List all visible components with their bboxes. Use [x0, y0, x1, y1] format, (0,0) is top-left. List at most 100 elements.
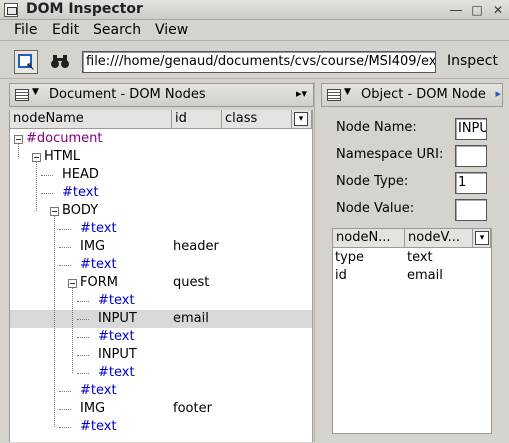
- node-name: #text: [98, 329, 135, 344]
- menu-view[interactable]: View: [155, 22, 188, 38]
- tree-connector: [59, 409, 71, 410]
- panel-menu-icon[interactable]: [327, 89, 341, 101]
- panel-next-icon[interactable]: ▸▾: [296, 87, 307, 100]
- tree-connector: [59, 427, 71, 428]
- column-picker-button[interactable]: ▾: [473, 229, 491, 248]
- collapse-toggle-icon[interactable]: [14, 135, 23, 144]
- object-panel-header: ▼ Object - DOM Node ▸: [321, 83, 503, 107]
- node-name: #text: [62, 185, 99, 200]
- tree-connector: [41, 193, 53, 194]
- collapse-toggle-icon[interactable]: [68, 279, 77, 288]
- node-name: #text: [80, 221, 117, 236]
- tree-row[interactable]: HTML: [10, 148, 312, 166]
- tree-connector: [59, 247, 71, 248]
- document-panel-header: ▼ Document - DOM Nodes ▸▾: [9, 83, 314, 107]
- column-picker-icon: ▾: [294, 112, 308, 126]
- splitter[interactable]: [314, 82, 320, 442]
- tree-connector: [77, 337, 89, 338]
- tree-connector: [72, 288, 73, 373]
- url-input[interactable]: file:///home/genaud/documents/cvs/course…: [82, 51, 436, 73]
- cursor-arrow-icon: ↖: [26, 60, 36, 73]
- column-header-nodename[interactable]: nodeN...: [333, 229, 405, 248]
- tree-row[interactable]: #text: [10, 328, 312, 346]
- node-name: INPUT: [98, 311, 137, 326]
- column-picker-button[interactable]: ▾: [292, 110, 312, 129]
- attributes-table[interactable]: nodeN... nodeV... ▾ type text id email: [332, 228, 492, 434]
- collapse-toggle-icon[interactable]: [32, 153, 41, 162]
- node-name: #text: [80, 383, 117, 398]
- tree-connector: [77, 373, 89, 374]
- node-id: header: [173, 239, 219, 254]
- field-label: Node Type:: [336, 174, 409, 189]
- node-name: IMG: [80, 239, 106, 254]
- tree-row[interactable]: IMG footer: [10, 400, 312, 418]
- tree-connector: [77, 319, 89, 320]
- chevron-down-icon[interactable]: ▼: [344, 87, 351, 97]
- chevron-down-icon[interactable]: ▼: [32, 87, 39, 97]
- tree-row[interactable]: HEAD: [10, 166, 312, 184]
- field-value-input[interactable]: 1: [455, 172, 487, 194]
- field-label: Node Name:: [336, 120, 417, 135]
- tree-connector: [18, 144, 19, 157]
- title-bar: DOM Inspector ― □ ✕: [0, 0, 509, 20]
- tree-connector: [41, 175, 53, 176]
- tree-connector: [59, 229, 71, 230]
- attribute-row[interactable]: id email: [333, 267, 491, 285]
- node-name: #text: [80, 419, 117, 434]
- find-binoculars-icon[interactable]: [50, 52, 70, 72]
- menu-file[interactable]: File: [14, 22, 37, 38]
- node-name: INPUT: [98, 347, 137, 362]
- field-label: Node Value:: [336, 201, 415, 216]
- attribute-row[interactable]: type text: [333, 249, 491, 267]
- inspect-element-button[interactable]: ↖: [14, 50, 38, 74]
- close-icon[interactable]: ✕: [490, 2, 506, 18]
- attribute-value: text: [407, 250, 433, 265]
- field-value-input[interactable]: INPUT: [455, 118, 487, 140]
- node-name: FORM: [80, 275, 118, 290]
- collapse-toggle-icon[interactable]: [50, 207, 59, 216]
- object-panel-title: Object - DOM Node: [361, 87, 486, 102]
- tree-row[interactable]: #text: [10, 382, 312, 400]
- attribute-name: id: [335, 268, 347, 283]
- field-value-input[interactable]: [455, 145, 487, 167]
- tree-row[interactable]: INPUT: [10, 346, 312, 364]
- tree-row[interactable]: #text: [10, 184, 312, 202]
- node-name: HTML: [44, 149, 81, 164]
- panel-next-icon[interactable]: ▸: [495, 87, 501, 100]
- column-header-nodevalue[interactable]: nodeV...: [405, 229, 473, 248]
- column-header-class[interactable]: class: [222, 110, 292, 129]
- node-name: #text: [98, 293, 135, 308]
- tree-row[interactable]: #document: [10, 130, 312, 148]
- menu-edit[interactable]: Edit: [52, 22, 79, 38]
- node-id: email: [173, 311, 209, 326]
- panel-menu-icon[interactable]: [15, 89, 29, 101]
- field-value-input[interactable]: [455, 199, 487, 221]
- tree-row[interactable]: IMG header: [10, 238, 312, 256]
- dom-tree[interactable]: nodeName id class ▾ #document HTML HEAD #te…: [9, 110, 313, 442]
- inspect-button[interactable]: Inspect: [447, 53, 498, 69]
- tree-row[interactable]: #text: [10, 292, 312, 310]
- attribute-value: email: [407, 268, 443, 283]
- field-label: Namespace URI:: [336, 147, 444, 162]
- node-name: #text: [98, 365, 135, 380]
- tree-row[interactable]: BODY: [10, 202, 312, 220]
- tree-row[interactable]: #text: [10, 418, 312, 436]
- tree-connector: [36, 162, 37, 211]
- node-name: BODY: [62, 203, 99, 218]
- tree-row-selected[interactable]: INPUT email: [10, 310, 312, 328]
- tree-row[interactable]: #text: [10, 364, 312, 382]
- menu-bar: File Edit Search View: [0, 20, 509, 41]
- column-header-nodename[interactable]: nodeName: [10, 110, 172, 129]
- tree-connector: [54, 216, 55, 427]
- tree-row[interactable]: FORM quest: [10, 274, 312, 292]
- document-panel-title: Document - DOM Nodes: [49, 87, 206, 102]
- tree-row[interactable]: #text: [10, 220, 312, 238]
- node-id: footer: [173, 401, 212, 416]
- maximize-icon[interactable]: □: [469, 2, 485, 18]
- tree-connector: [77, 301, 89, 302]
- window-title: DOM Inspector: [26, 1, 143, 17]
- tree-row[interactable]: #text: [10, 256, 312, 274]
- menu-search[interactable]: Search: [93, 22, 141, 38]
- minimize-icon[interactable]: ―: [448, 2, 464, 18]
- column-header-id[interactable]: id: [172, 110, 222, 129]
